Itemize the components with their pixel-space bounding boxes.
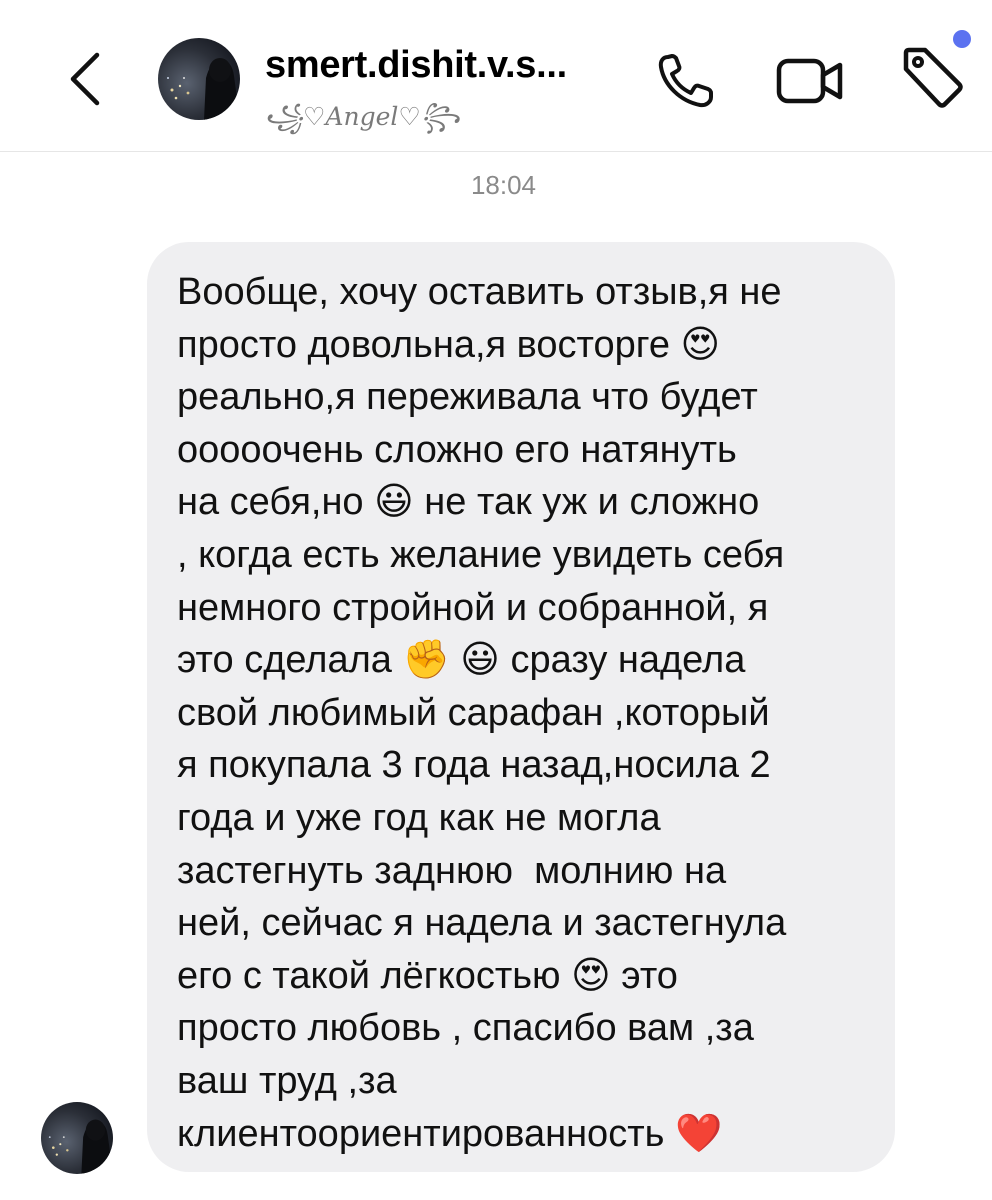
- sender-avatar[interactable]: [41, 1102, 113, 1174]
- message-text: Вообще, хочу оставить отзыв,я не просто …: [177, 266, 877, 1160]
- message-line: это сделала ✊ 😃 сразу надела: [177, 639, 746, 682]
- back-button[interactable]: [55, 44, 115, 114]
- video-camera-icon: [776, 58, 843, 104]
- message-line: ней, сейчас я надела и застегнула: [177, 902, 787, 945]
- tag-icon: [903, 47, 963, 108]
- message-line: на себя,но 😃 не так уж и сложно: [177, 481, 760, 524]
- message-bubble[interactable]: Вообще, хочу оставить отзыв,я не просто …: [147, 242, 895, 1172]
- message-line: я покупала 3 года назад,носила 2: [177, 744, 771, 787]
- chevron-left-icon: [70, 52, 100, 106]
- message-line: застегнуть заднюю молнию на: [177, 849, 727, 892]
- message-line: Вообще, хочу оставить отзыв,я не: [177, 271, 782, 313]
- message-line: реально,я переживала что будет: [177, 376, 758, 419]
- message-line: его с такой лёгкостью 😍 это: [177, 954, 678, 997]
- message-line: просто довольна,я восторге 😍: [177, 323, 721, 366]
- notification-dot: [953, 30, 971, 48]
- message-timestamp: 18:04: [470, 170, 537, 200]
- message-line: ваш труд ,за: [177, 1059, 397, 1102]
- video-call-button[interactable]: [770, 48, 850, 114]
- phone-icon: [658, 54, 713, 108]
- chat-username[interactable]: smert.dishit.v.s...: [265, 44, 567, 87]
- message-line: просто любовь , спасибо вам ,за: [177, 1007, 754, 1050]
- message-line: свой любимый сарафан ,который: [177, 691, 770, 734]
- chat-header: smert.dishit.v.s... ꧁♡Angel♡꧂: [0, 0, 992, 152]
- message-line: года и уже год как не могла: [177, 796, 661, 839]
- message-line: немного стройной и собранной, я: [177, 586, 769, 629]
- chat-screen: smert.dishit.v.s... ꧁♡Angel♡꧂ 18:04 Вооб…: [0, 0, 992, 1200]
- message-line: клиентоориентированность ❤️: [177, 1112, 723, 1155]
- chat-user-nickname: ꧁♡Angel♡꧂: [264, 102, 460, 131]
- message-line: ооооочень сложно его натянуть: [177, 428, 737, 471]
- profile-avatar[interactable]: [158, 38, 240, 120]
- message-line: , когда есть желание увидеть себя: [177, 533, 785, 576]
- tag-button[interactable]: [892, 40, 972, 114]
- audio-call-button[interactable]: [648, 48, 724, 114]
